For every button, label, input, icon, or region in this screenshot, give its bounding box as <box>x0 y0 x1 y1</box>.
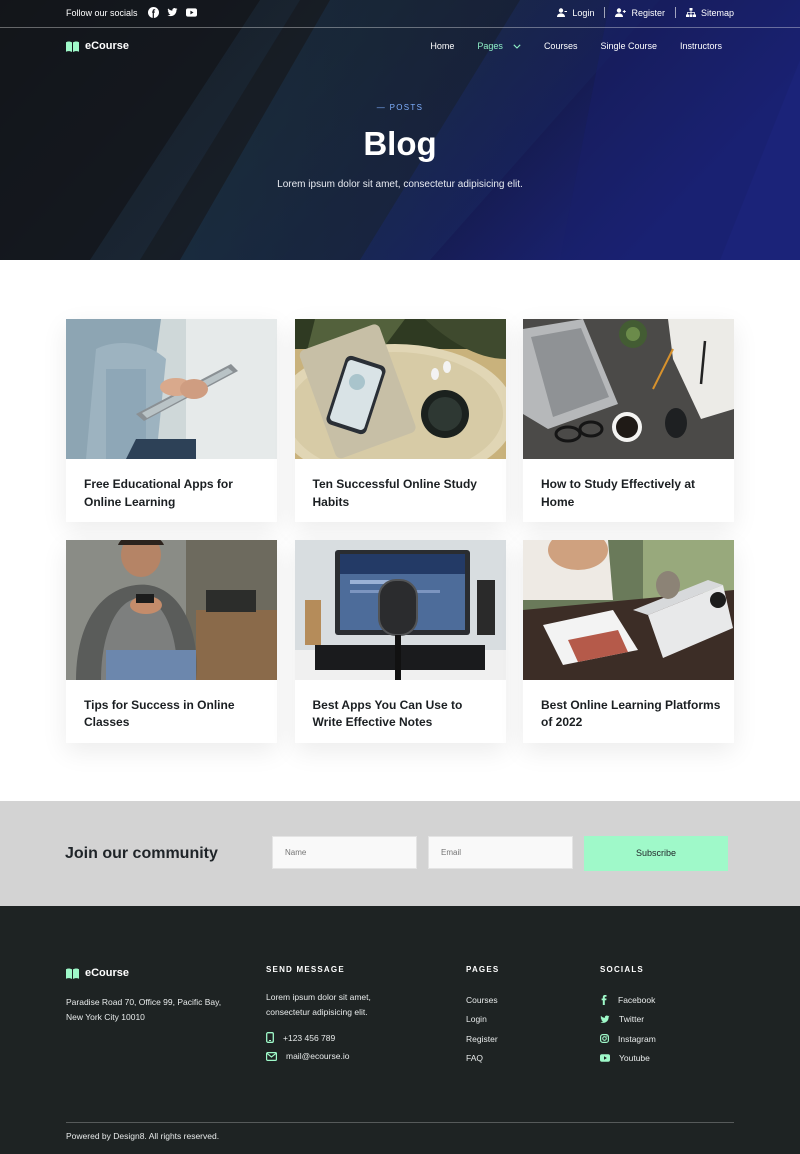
mail-icon <box>266 1051 277 1061</box>
name-input[interactable] <box>272 836 417 869</box>
nav-item-pages-label: Pages <box>477 41 503 51</box>
footer-link-faq[interactable]: FAQ <box>466 1049 499 1069</box>
footer-brand[interactable]: eCourse <box>66 967 129 979</box>
footer-social-label: Twitter <box>619 1014 645 1025</box>
footer: eCourse Paradise Road 70, Office 99, Pac… <box>0 906 800 1154</box>
footer-copyright: Powered by Design8. All rights reserved. <box>66 1131 220 1141</box>
youtube-icon[interactable] <box>186 7 197 18</box>
phone-icon <box>266 1032 274 1043</box>
community-title: Join our community <box>65 845 218 862</box>
facebook-icon <box>601 994 607 1005</box>
user-plus-icon <box>615 8 627 17</box>
page-subtitle: Lorem ipsum dolor sit amet, consectetur … <box>277 179 523 190</box>
book-icon <box>66 968 79 979</box>
nav-item-single-course[interactable]: Single Course <box>577 41 657 51</box>
footer-heading: SOCIALS <box>600 965 644 974</box>
login-link[interactable]: Login <box>547 8 604 18</box>
post-image-phone-table <box>294 319 506 459</box>
youtube-icon <box>600 1054 610 1062</box>
footer-social-twitter[interactable]: Twitter <box>600 1010 656 1030</box>
post-title[interactable]: Best Online Learning Platforms of 2022 <box>541 697 721 732</box>
post-title[interactable]: Free Educational Apps for Online Learnin… <box>84 476 264 511</box>
footer-address: Paradise Road 70, Office 99, Pacific Bay… <box>66 997 222 1022</box>
footer-link-courses[interactable]: Courses <box>466 990 499 1010</box>
footer-link-login[interactable]: Login <box>466 1010 499 1030</box>
post-card[interactable]: Tips for Success in Online Classes <box>66 539 277 743</box>
sitemap-link[interactable]: Sitemap <box>676 8 734 18</box>
footer-link-register[interactable]: Register <box>466 1029 499 1049</box>
post-image-writing-laptop <box>523 539 734 680</box>
footer-brand-name: eCourse <box>85 967 130 979</box>
sitemap-icon <box>685 8 696 17</box>
post-card[interactable]: Free Educational Apps for Online Learnin… <box>66 319 277 522</box>
nav-item-instructors[interactable]: Instructors <box>657 41 722 51</box>
footer-send-message: SEND MESSAGE Lorem ipsum dolor sit amet,… <box>266 965 406 1061</box>
post-title[interactable]: Tips for Success in Online Classes <box>84 697 264 732</box>
footer-heading: PAGES <box>466 965 500 974</box>
book-icon <box>66 41 79 52</box>
footer-pages: PAGES Courses Login Register FAQ <box>466 965 499 1068</box>
top-bar: Follow our socials Login Register Sitema… <box>0 0 800 28</box>
post-card[interactable]: How to Study Effectively at Home <box>523 319 734 522</box>
register-link[interactable]: Register <box>605 8 675 18</box>
footer-social-instagram[interactable]: Instagram <box>600 1029 656 1049</box>
nav-item-courses[interactable]: Courses <box>521 41 578 51</box>
user-icon <box>557 8 568 17</box>
subscribe-button[interactable]: Subscribe <box>584 836 728 871</box>
footer-phone[interactable]: +123 456 789 <box>266 1032 406 1043</box>
account-links: Login Register Sitemap <box>547 7 734 18</box>
post-card[interactable]: Ten Successful Online Study Habits <box>294 319 506 522</box>
footer-socials: SOCIALS Facebook Twitter Instagram Youtu… <box>600 965 656 1068</box>
footer-social-label: Instagram <box>618 1033 656 1044</box>
community-section: Join our community Subscribe <box>0 801 800 906</box>
twitter-icon[interactable] <box>167 7 178 18</box>
footer-email-text: mail@ecourse.io <box>286 1051 350 1061</box>
post-image-man-phone <box>66 539 277 680</box>
nav-item-pages[interactable]: Pages <box>454 41 521 51</box>
post-title[interactable]: Best Apps You Can Use to Write Effective… <box>313 697 493 732</box>
footer-social-label: Youtube <box>619 1053 650 1064</box>
footer-social-facebook[interactable]: Facebook <box>600 990 656 1010</box>
post-card[interactable]: Best Apps You Can Use to Write Effective… <box>294 539 506 743</box>
top-social-icons <box>148 7 197 18</box>
post-image-microphone <box>294 539 506 680</box>
post-image-desk-laptop <box>523 319 734 459</box>
footer-divider <box>66 1122 734 1123</box>
brand-name: eCourse <box>85 40 130 52</box>
brand-logo[interactable]: eCourse <box>66 40 129 52</box>
post-title[interactable]: How to Study Effectively at Home <box>541 476 721 511</box>
twitter-icon <box>600 1015 610 1023</box>
post-card[interactable]: Best Online Learning Platforms of 2022 <box>523 539 734 743</box>
nav-links: Home Pages Courses Single Course Instruc… <box>407 41 722 51</box>
facebook-icon[interactable] <box>148 7 159 18</box>
hero-section: Follow our socials Login Register Sitema… <box>0 0 800 260</box>
nav-item-home[interactable]: Home <box>407 41 454 51</box>
instagram-icon <box>600 1034 609 1044</box>
main-navigation: eCourse Home Pages Courses Single Course… <box>0 28 800 66</box>
footer-email[interactable]: mail@ecourse.io <box>266 1051 406 1061</box>
footer-social-youtube[interactable]: Youtube <box>600 1049 656 1069</box>
page-kicker: — POSTS <box>376 103 424 112</box>
footer-social-label: Facebook <box>618 994 656 1005</box>
page-title: Blog <box>363 125 437 162</box>
post-title[interactable]: Ten Successful Online Study Habits <box>313 476 493 511</box>
footer-heading: SEND MESSAGE <box>266 965 345 974</box>
chevron-down-icon <box>513 43 521 49</box>
footer-message-text: Lorem ipsum dolor sit amet, consectetur … <box>266 992 371 1017</box>
post-image-tablet <box>66 319 277 459</box>
sitemap-label: Sitemap <box>700 7 734 18</box>
footer-phone-text: +123 456 789 <box>283 1032 336 1043</box>
email-input[interactable] <box>428 836 573 869</box>
register-label: Register <box>631 7 665 18</box>
follow-socials-label: Follow our socials <box>66 8 138 18</box>
login-label: Login <box>572 7 595 18</box>
